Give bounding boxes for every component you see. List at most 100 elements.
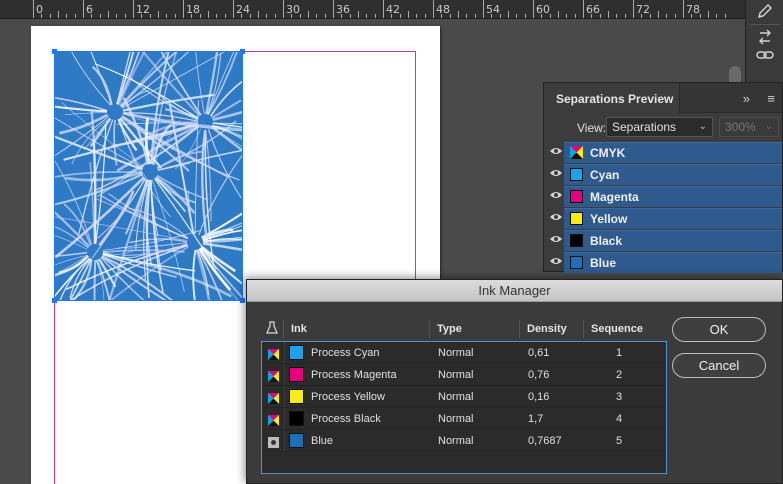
separations-list: CMYK Cyan Magenta Yellow Black Blue bbox=[544, 141, 782, 273]
eye-icon[interactable] bbox=[549, 189, 563, 203]
ink-row[interactable]: Process Cyan Normal 0,61 1 bbox=[262, 342, 666, 364]
ruler-minor-tick bbox=[549, 14, 551, 18]
column-divider bbox=[519, 320, 520, 338]
ruler-minor-tick bbox=[658, 11, 659, 18]
separation-row-black[interactable]: Black bbox=[544, 229, 782, 251]
column-density[interactable]: Density bbox=[527, 323, 567, 335]
pen-icon[interactable] bbox=[754, 2, 776, 22]
ruler-minor-tick bbox=[716, 14, 718, 18]
ink-row[interactable]: Blue Normal 0,7687 5 bbox=[262, 430, 666, 452]
ruler-minor-tick bbox=[266, 14, 268, 18]
ink-name: Process Cyan bbox=[311, 347, 380, 359]
ruler-minor-tick bbox=[208, 11, 209, 18]
ink-type: Normal bbox=[438, 435, 474, 447]
ruler-label: 54 bbox=[486, 3, 500, 16]
ruler-minor-tick bbox=[649, 14, 651, 18]
separation-name: CMYK bbox=[590, 146, 626, 160]
eye-icon[interactable] bbox=[549, 211, 563, 225]
eye-icon[interactable] bbox=[549, 167, 563, 181]
ruler-minor-tick bbox=[324, 14, 326, 18]
process-ink-icon bbox=[268, 369, 279, 382]
ruler-minor-tick bbox=[58, 11, 59, 18]
ink-type: Normal bbox=[438, 347, 474, 359]
zoom-select[interactable]: 300% ⌄ bbox=[719, 117, 779, 137]
ink-swatch bbox=[289, 367, 304, 382]
frame-handle[interactable] bbox=[240, 298, 245, 303]
separation-row-cmyk[interactable]: CMYK bbox=[544, 141, 782, 163]
ruler-minor-tick bbox=[616, 14, 618, 18]
ink-row[interactable]: Process Yellow Normal 0,16 3 bbox=[262, 386, 666, 408]
frame-handle[interactable] bbox=[52, 298, 57, 303]
ink-type-header-icon bbox=[265, 321, 279, 338]
ink-swatch bbox=[289, 411, 304, 426]
ruler-minor-tick bbox=[674, 14, 676, 18]
column-divider bbox=[583, 320, 584, 338]
ink-swatch bbox=[289, 389, 304, 404]
ruler-minor-tick bbox=[166, 14, 168, 18]
ruler-minor-tick bbox=[591, 14, 593, 18]
swap-icon[interactable] bbox=[754, 28, 776, 48]
separation-row-magenta[interactable]: Magenta bbox=[544, 185, 782, 207]
column-divider bbox=[429, 320, 430, 338]
ruler-major-tick bbox=[483, 0, 484, 18]
ruler-major-tick bbox=[283, 0, 284, 18]
ink-table-header: Ink Type Density Sequence bbox=[261, 318, 667, 340]
column-type[interactable]: Type bbox=[437, 323, 462, 335]
image-frame[interactable] bbox=[54, 51, 243, 301]
separations-preview-panel: Separations Preview » ≡ View: Separation… bbox=[543, 82, 783, 273]
ruler-minor-tick bbox=[258, 11, 259, 18]
ok-button[interactable]: OK bbox=[672, 317, 766, 342]
frame-handle[interactable] bbox=[52, 49, 57, 54]
ruler-major-tick bbox=[533, 0, 534, 18]
ruler-major-tick bbox=[333, 0, 334, 18]
horizontal-ruler[interactable]: 0 6 12 18 24 30 36 42 48 54 60 66 72 78 bbox=[0, 0, 745, 19]
process-ink-icon bbox=[268, 391, 279, 404]
ruler-minor-tick bbox=[458, 11, 459, 18]
ruler-minor-tick bbox=[366, 14, 368, 18]
column-ink[interactable]: Ink bbox=[291, 323, 307, 335]
eye-icon[interactable] bbox=[549, 255, 563, 269]
collapse-icon[interactable]: » bbox=[743, 91, 750, 106]
ink-sequence: 2 bbox=[616, 369, 623, 381]
ruler-minor-tick bbox=[149, 14, 151, 18]
link-icon[interactable] bbox=[754, 46, 776, 66]
separation-row-blue[interactable]: Blue bbox=[544, 251, 782, 273]
chevron-down-icon: ⌄ bbox=[764, 121, 773, 132]
cancel-button[interactable]: Cancel bbox=[672, 353, 766, 378]
ink-density: 1,7 bbox=[528, 413, 544, 425]
ruler-minor-tick bbox=[99, 14, 101, 18]
ruler-minor-tick bbox=[249, 14, 251, 18]
separation-row-cyan[interactable]: Cyan bbox=[544, 163, 782, 185]
chevron-down-icon: ⌄ bbox=[698, 121, 707, 132]
eye-icon[interactable] bbox=[549, 233, 563, 247]
ruler-minor-tick bbox=[316, 14, 318, 18]
ruler-minor-tick bbox=[108, 11, 109, 18]
panel-menu-icon[interactable]: ≡ bbox=[767, 91, 775, 106]
ink-row[interactable]: Process Magenta Normal 0,76 2 bbox=[262, 364, 666, 386]
column-sequence[interactable]: Sequence bbox=[591, 323, 643, 335]
ruler-minor-tick bbox=[574, 14, 576, 18]
separation-row-yellow[interactable]: Yellow bbox=[544, 207, 782, 229]
ruler-minor-tick bbox=[308, 11, 309, 18]
dialog-title: Ink Manager bbox=[247, 280, 782, 302]
ruler-minor-tick bbox=[466, 14, 468, 18]
panel-tab[interactable]: Separations Preview bbox=[544, 83, 680, 113]
ruler-minor-tick bbox=[441, 14, 443, 18]
ink-list[interactable]: Process Cyan Normal 0,61 1 Process Magenta No… bbox=[261, 341, 667, 474]
toolstrip-divider bbox=[750, 24, 780, 25]
ruler-minor-tick bbox=[666, 14, 668, 18]
ruler-minor-tick bbox=[691, 14, 693, 18]
ink-row[interactable]: Process Black Normal 1,7 4 bbox=[262, 408, 666, 430]
view-select[interactable]: Separations ⌄ bbox=[606, 117, 713, 137]
ruler-minor-tick bbox=[524, 14, 526, 18]
ink-name: Blue bbox=[311, 435, 334, 447]
ruler-minor-tick bbox=[291, 14, 293, 18]
ruler-major-tick bbox=[33, 0, 34, 18]
ruler-label: 72 bbox=[636, 3, 650, 16]
ruler-minor-tick bbox=[491, 14, 493, 18]
frame-handle[interactable] bbox=[240, 49, 245, 54]
ruler-minor-tick bbox=[299, 14, 301, 18]
eye-icon[interactable] bbox=[549, 145, 563, 159]
separation-name: Magenta bbox=[590, 190, 639, 204]
ink-swatch bbox=[289, 433, 304, 448]
